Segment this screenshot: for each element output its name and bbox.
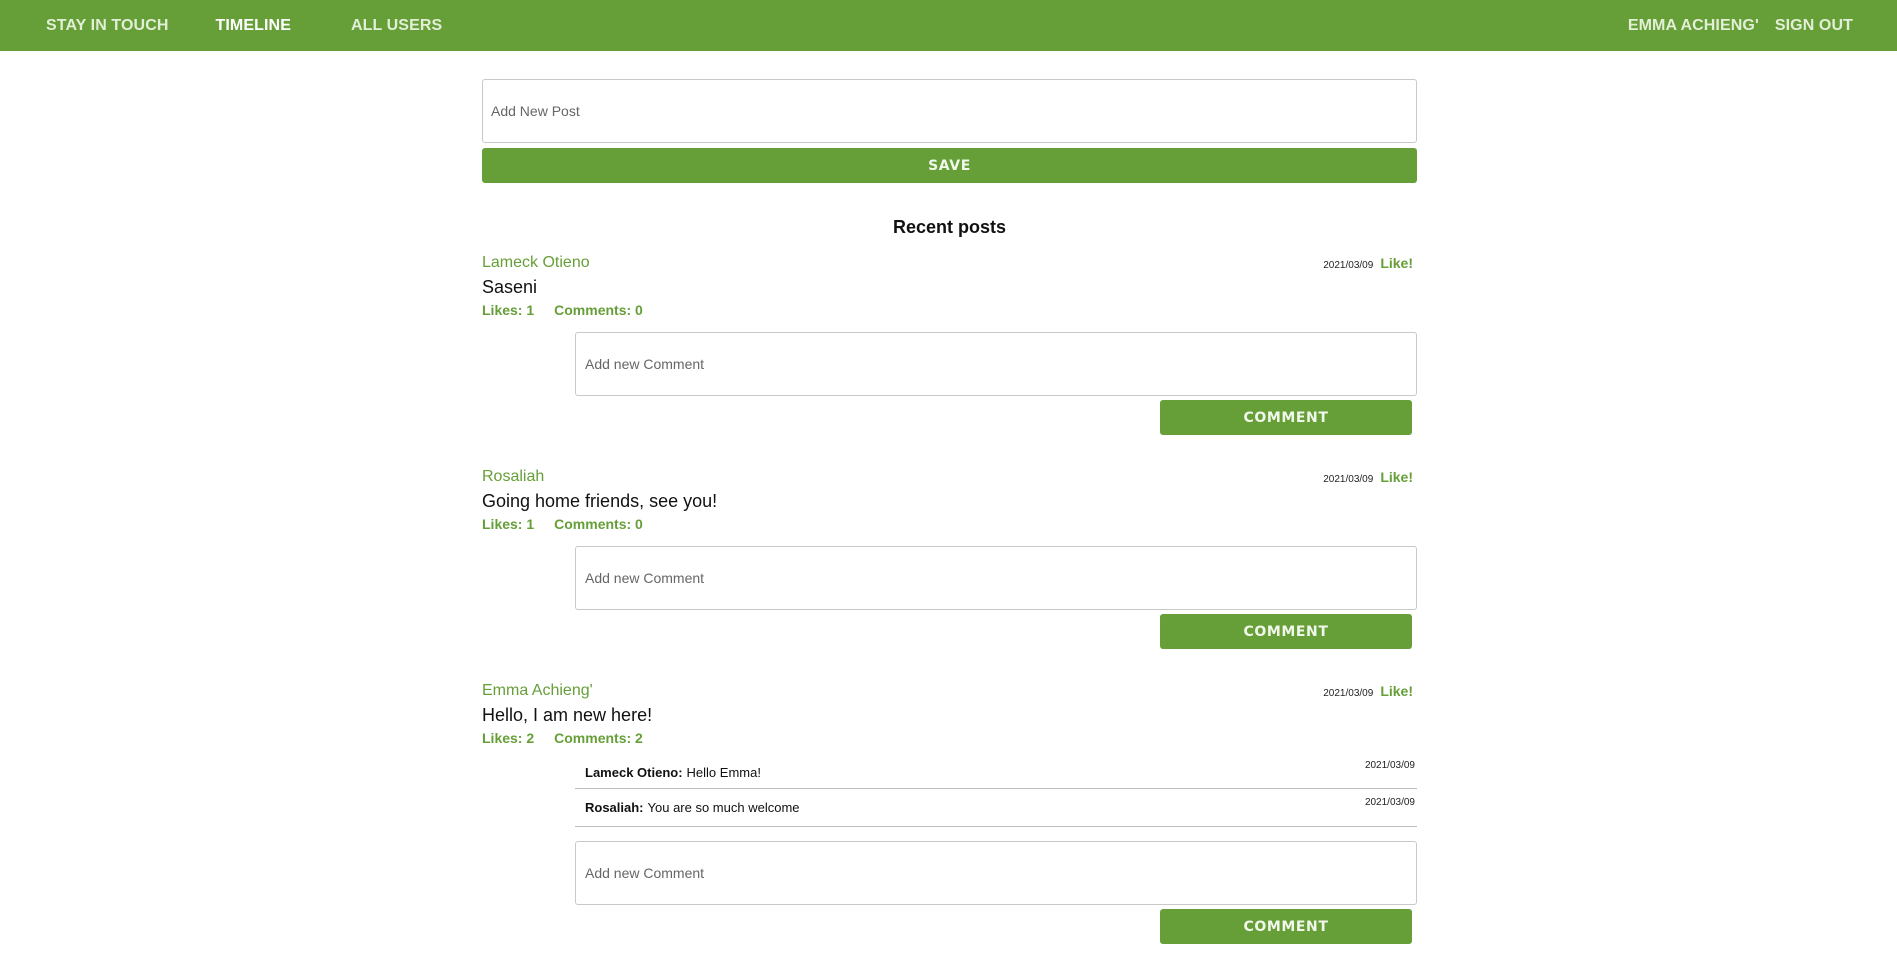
new-post-input[interactable]: [482, 79, 1417, 143]
nav-current-user-link[interactable]: EMMA ACHIENG': [1628, 17, 1759, 35]
comment-date: 2021/03/09: [1364, 797, 1415, 808]
comment-author: Lameck Otieno:: [585, 764, 683, 780]
post-author-link[interactable]: Lameck Otieno: [482, 254, 590, 271]
comment-input[interactable]: [575, 841, 1417, 905]
post-header: Emma Achieng' 2021/03/09 Like!: [482, 681, 1417, 701]
nav-timeline-link[interactable]: TIMELINE: [216, 17, 291, 35]
comment-button[interactable]: COMMENT: [1160, 909, 1412, 944]
post-author-link[interactable]: Rosaliah: [482, 468, 544, 485]
comment-text: You are so much welcome: [647, 800, 800, 815]
comment-button[interactable]: COMMENT: [1160, 400, 1412, 435]
post-content: Saseni: [482, 277, 538, 297]
post-stats: Likes: 1 Comments: 0: [482, 302, 1417, 318]
comment-form: COMMENT: [575, 546, 1417, 653]
comment-form: COMMENT: [575, 841, 1417, 948]
post-item: Rosaliah 2021/03/09 Like! Going home fri…: [482, 467, 1417, 653]
post-date: 2021/03/09: [1323, 688, 1374, 699]
post-meta: 2021/03/09 Like!: [1323, 469, 1413, 485]
save-post-button[interactable]: SAVE: [482, 148, 1417, 183]
comment-text: Hello Emma!: [686, 764, 761, 780]
comment-date: 2021/03/09: [1364, 760, 1415, 771]
post-author-link[interactable]: Emma Achieng': [482, 682, 593, 699]
post-meta: 2021/03/09 Like!: [1323, 255, 1413, 271]
comment-input[interactable]: [575, 546, 1417, 610]
top-navbar: STAY IN TOUCH TIMELINE ALL USERS EMMA AC…: [0, 0, 1897, 51]
post-stats: Likes: 2 Comments: 2: [482, 730, 1417, 746]
likes-count: Likes: 1: [482, 302, 535, 318]
post-item: Lameck Otieno 2021/03/09 Like! Saseni Li…: [482, 253, 1417, 439]
comment-author: Rosaliah:: [585, 800, 644, 815]
post-date: 2021/03/09: [1323, 474, 1374, 485]
comment-list: Lameck Otieno: Hello Emma! 2021/03/09 Ro…: [575, 756, 1417, 827]
like-button[interactable]: Like!: [1380, 255, 1413, 271]
recent-posts-title: Recent posts: [892, 217, 1007, 237]
new-post-form: SAVE: [482, 79, 1417, 183]
nav-brand-link[interactable]: STAY IN TOUCH: [46, 17, 169, 35]
comment-item: Rosaliah: You are so much welcome 2021/0…: [575, 789, 1417, 827]
post-meta: 2021/03/09 Like!: [1323, 683, 1413, 699]
comment-item: Lameck Otieno: Hello Emma! 2021/03/09: [575, 756, 1417, 789]
likes-count: Likes: 2: [482, 730, 535, 746]
comments-count: Comments: 0: [554, 302, 643, 318]
post-header: Rosaliah 2021/03/09 Like!: [482, 467, 1417, 487]
nav-all-users-link[interactable]: ALL USERS: [351, 17, 442, 35]
post-content: Hello, I am new here!: [482, 705, 653, 725]
post-date: 2021/03/09: [1323, 260, 1374, 271]
post-stats: Likes: 1 Comments: 0: [482, 516, 1417, 532]
nav-sign-out-link[interactable]: SIGN OUT: [1775, 17, 1853, 35]
comments-count: Comments: 0: [554, 516, 643, 532]
comment-button[interactable]: COMMENT: [1160, 614, 1412, 649]
likes-count: Likes: 1: [482, 516, 535, 532]
nav-left: STAY IN TOUCH TIMELINE ALL USERS: [46, 0, 442, 51]
comment-form: COMMENT: [575, 332, 1417, 439]
post-header: Lameck Otieno 2021/03/09 Like!: [482, 253, 1417, 273]
post-item: Emma Achieng' 2021/03/09 Like! Hello, I …: [482, 681, 1417, 948]
nav-right: EMMA ACHIENG' SIGN OUT: [1628, 0, 1853, 51]
like-button[interactable]: Like!: [1380, 469, 1413, 485]
comments-count: Comments: 2: [554, 730, 643, 746]
comment-input[interactable]: [575, 332, 1417, 396]
timeline-main: SAVE Recent posts Lameck Otieno 2021/03/…: [482, 79, 1417, 948]
like-button[interactable]: Like!: [1380, 683, 1413, 699]
post-content: Going home friends, see you!: [482, 491, 718, 511]
